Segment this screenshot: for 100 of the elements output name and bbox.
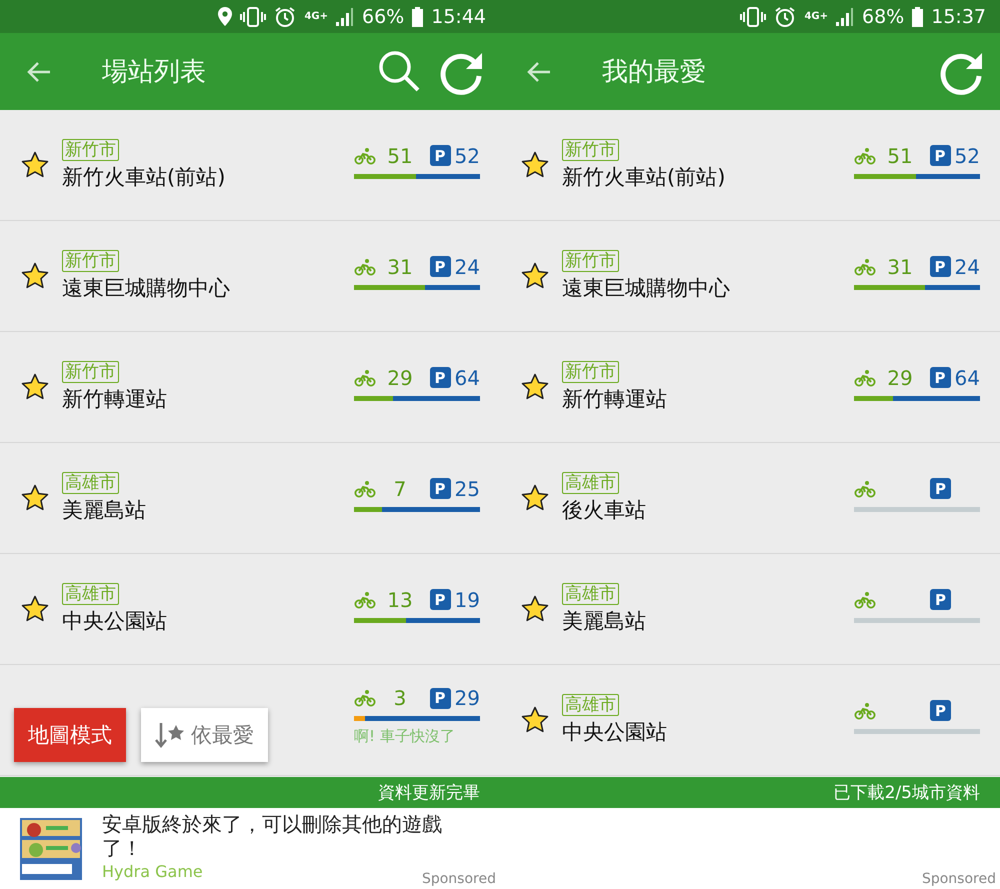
bike-count: 3: [392, 686, 408, 710]
city-tag: 新竹市: [62, 139, 119, 161]
city-tag: 新竹市: [562, 139, 619, 161]
city-tag: 高雄市: [62, 472, 119, 494]
parking-count: 25: [454, 476, 480, 500]
sponsored-label: Sponsored: [422, 871, 496, 887]
bike-count: 13: [386, 588, 414, 612]
bicycle-icon: [354, 689, 376, 707]
clock-time: 15:37: [931, 6, 986, 28]
alarm-icon: [774, 6, 796, 28]
back-arrow-icon[interactable]: [526, 60, 552, 82]
parking-count: 64: [454, 366, 480, 390]
ad-text[interactable]: 安卓版終於來了，可以刪除其他的遊戲了！: [102, 812, 472, 860]
star-icon[interactable]: [520, 594, 550, 624]
status-message: 已下載2/5城市資料: [834, 782, 980, 804]
battery-icon: [912, 6, 924, 26]
parking-count: 29: [454, 686, 480, 710]
bicycle-icon: [854, 258, 876, 276]
station-name: 遠東巨城購物中心: [562, 275, 730, 302]
station-name: 新竹火車站(前站): [62, 164, 226, 191]
station-name: 中央公園站: [562, 719, 667, 746]
sort-star-icon: [155, 721, 185, 749]
status-message: 資料更新完畢: [378, 782, 480, 804]
bicycle-icon: [854, 702, 876, 720]
star-icon[interactable]: [20, 594, 50, 624]
parking-badge: P: [930, 367, 951, 388]
bike-count: 31: [386, 254, 414, 278]
station-name: 美麗島站: [562, 608, 646, 635]
star-icon[interactable]: [520, 483, 550, 513]
clock-time: 15:44: [431, 6, 486, 28]
city-tag: 高雄市: [562, 694, 619, 716]
back-arrow-icon[interactable]: [26, 60, 52, 82]
bicycle-icon: [854, 368, 876, 386]
star-icon[interactable]: [520, 261, 550, 291]
parking-badge: P: [430, 688, 451, 708]
city-tag: 高雄市: [62, 583, 119, 605]
parking-badge: P: [430, 256, 451, 277]
star-icon[interactable]: [20, 261, 50, 291]
battery-percent: 66%: [362, 6, 404, 28]
battery-icon: [412, 6, 424, 26]
star-icon[interactable]: [20, 483, 50, 513]
parking-badge: P: [930, 589, 951, 610]
parking-badge: P: [430, 478, 451, 499]
city-tag: 高雄市: [562, 583, 619, 605]
alarm-icon: [274, 6, 296, 28]
bike-count: 31: [886, 254, 914, 278]
signal-icon: [836, 8, 854, 26]
parking-count: 19: [454, 588, 480, 612]
bike-count: 7: [392, 476, 408, 500]
parking-badge: P: [430, 367, 451, 388]
bicycle-icon: [354, 590, 376, 608]
bike-count: 51: [386, 144, 414, 168]
station-name: 新竹轉運站: [62, 386, 167, 413]
sort-button[interactable]: 依最愛: [141, 708, 268, 762]
bike-count: 51: [886, 144, 914, 168]
star-icon[interactable]: [520, 150, 550, 180]
bicycle-icon: [354, 368, 376, 386]
network-type: 4G+: [804, 11, 828, 22]
parking-count: 52: [954, 144, 980, 168]
signal-icon: [336, 8, 354, 26]
city-tag: 新竹市: [562, 361, 619, 383]
alert-text: 啊! 車子快沒了: [354, 727, 456, 746]
station-name: 遠東巨城購物中心: [62, 275, 230, 302]
bicycle-icon: [354, 480, 376, 498]
network-type: 4G+: [304, 11, 328, 22]
station-name: 新竹轉運站: [562, 386, 667, 413]
station-name: 美麗島站: [62, 497, 146, 524]
parking-badge: P: [430, 145, 451, 166]
parking-badge: P: [930, 478, 951, 499]
star-icon[interactable]: [20, 372, 50, 402]
toolbar-title: 場站列表: [102, 56, 207, 89]
toolbar-title: 我的最愛: [602, 56, 707, 89]
star-icon[interactable]: [520, 705, 550, 735]
city-tag: 新竹市: [562, 250, 619, 272]
star-icon[interactable]: [520, 372, 550, 402]
city-tag: 高雄市: [562, 472, 619, 494]
parking-count: 24: [454, 254, 480, 278]
battery-percent: 68%: [862, 6, 904, 28]
station-name: 後火車站: [562, 497, 646, 524]
bicycle-icon: [854, 590, 876, 608]
parking-badge: P: [930, 256, 951, 277]
sponsored-label: Sponsored: [922, 871, 996, 887]
map-mode-button[interactable]: 地圖模式: [14, 708, 126, 762]
city-tag: 新竹市: [62, 250, 119, 272]
station-name: 新竹火車站(前站): [562, 164, 726, 191]
parking-count: 52: [454, 144, 480, 168]
station-name: 中央公園站: [62, 608, 167, 635]
bicycle-icon: [354, 146, 376, 164]
bicycle-icon: [854, 480, 876, 498]
vibrate-icon: [740, 6, 766, 26]
parking-badge: P: [430, 589, 451, 610]
bicycle-icon: [854, 146, 876, 164]
bike-count: 29: [886, 366, 914, 390]
star-icon[interactable]: [20, 150, 50, 180]
vibrate-icon: [240, 6, 266, 26]
parking-count: 24: [954, 254, 980, 278]
bike-count: 29: [386, 366, 414, 390]
parking-badge: P: [930, 700, 951, 721]
bicycle-icon: [354, 258, 376, 276]
parking-badge: P: [930, 145, 951, 166]
